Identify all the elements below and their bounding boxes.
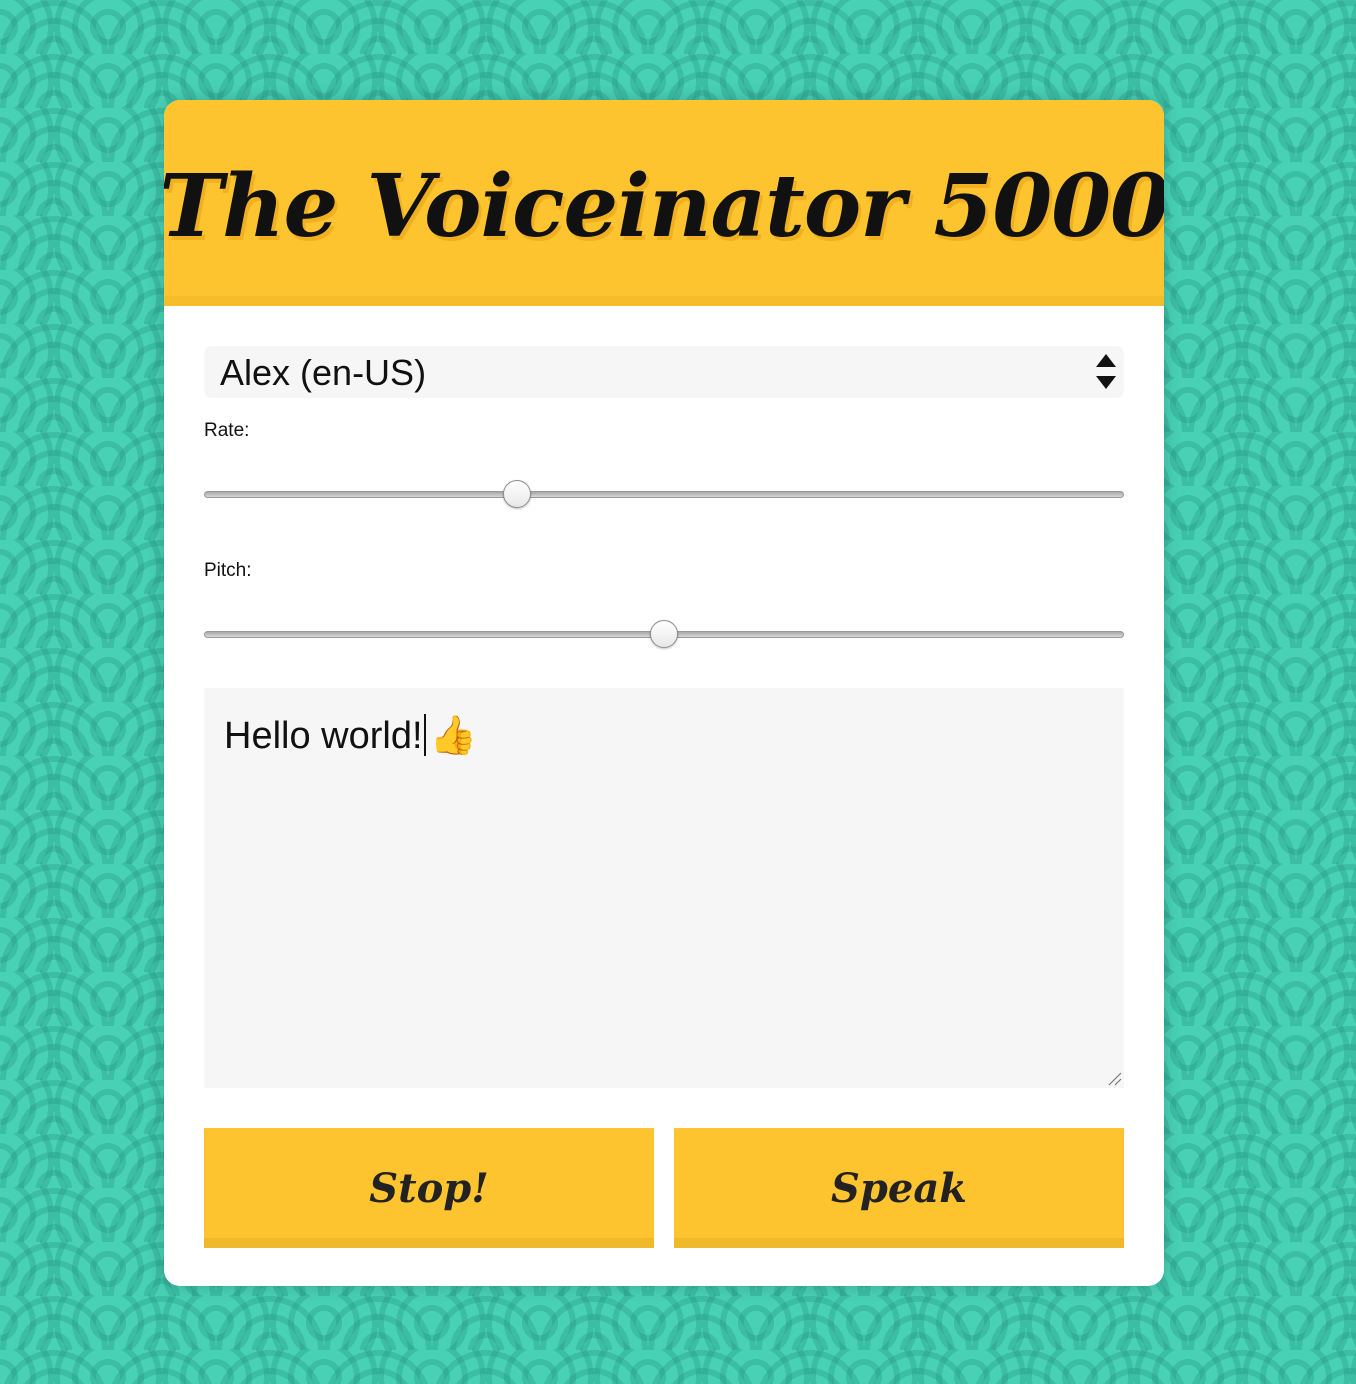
pitch-slider[interactable]: [204, 616, 1124, 656]
rate-label: Rate:: [204, 420, 250, 441]
header: The Voiceinator 5000: [164, 100, 1164, 306]
stop-button[interactable]: Stop!: [204, 1128, 654, 1248]
voice-select[interactable]: Alex (en-US): [204, 346, 1124, 398]
pitch-slider-thumb[interactable]: [650, 620, 678, 648]
rate-slider[interactable]: [204, 476, 1124, 516]
speak-button[interactable]: Speak: [674, 1128, 1124, 1248]
resize-grip-icon[interactable]: [1106, 1070, 1122, 1086]
rate-slider-thumb[interactable]: [502, 480, 531, 508]
pitch-label: Pitch:: [204, 560, 252, 581]
button-row: Stop! Speak: [204, 1128, 1124, 1248]
voice-select-value: Alex (en-US): [220, 352, 427, 393]
message-text: Hello world!: [224, 715, 423, 757]
select-arrows-icon: [1096, 354, 1116, 389]
text-caret: [423, 714, 426, 756]
app-title: The Voiceinator 5000: [164, 155, 1164, 257]
form-body: Alex (en-US) Rate: Pitch: Hello world! 👍 …: [164, 306, 1164, 1248]
rate-slider-track: [204, 491, 1124, 498]
message-textarea[interactable]: Hello world! 👍: [204, 688, 1124, 1088]
voiceinator-card: The Voiceinator 5000 Alex (en-US) Rate: …: [164, 100, 1164, 1286]
thumbs-up-emoji: 👍: [429, 715, 477, 757]
